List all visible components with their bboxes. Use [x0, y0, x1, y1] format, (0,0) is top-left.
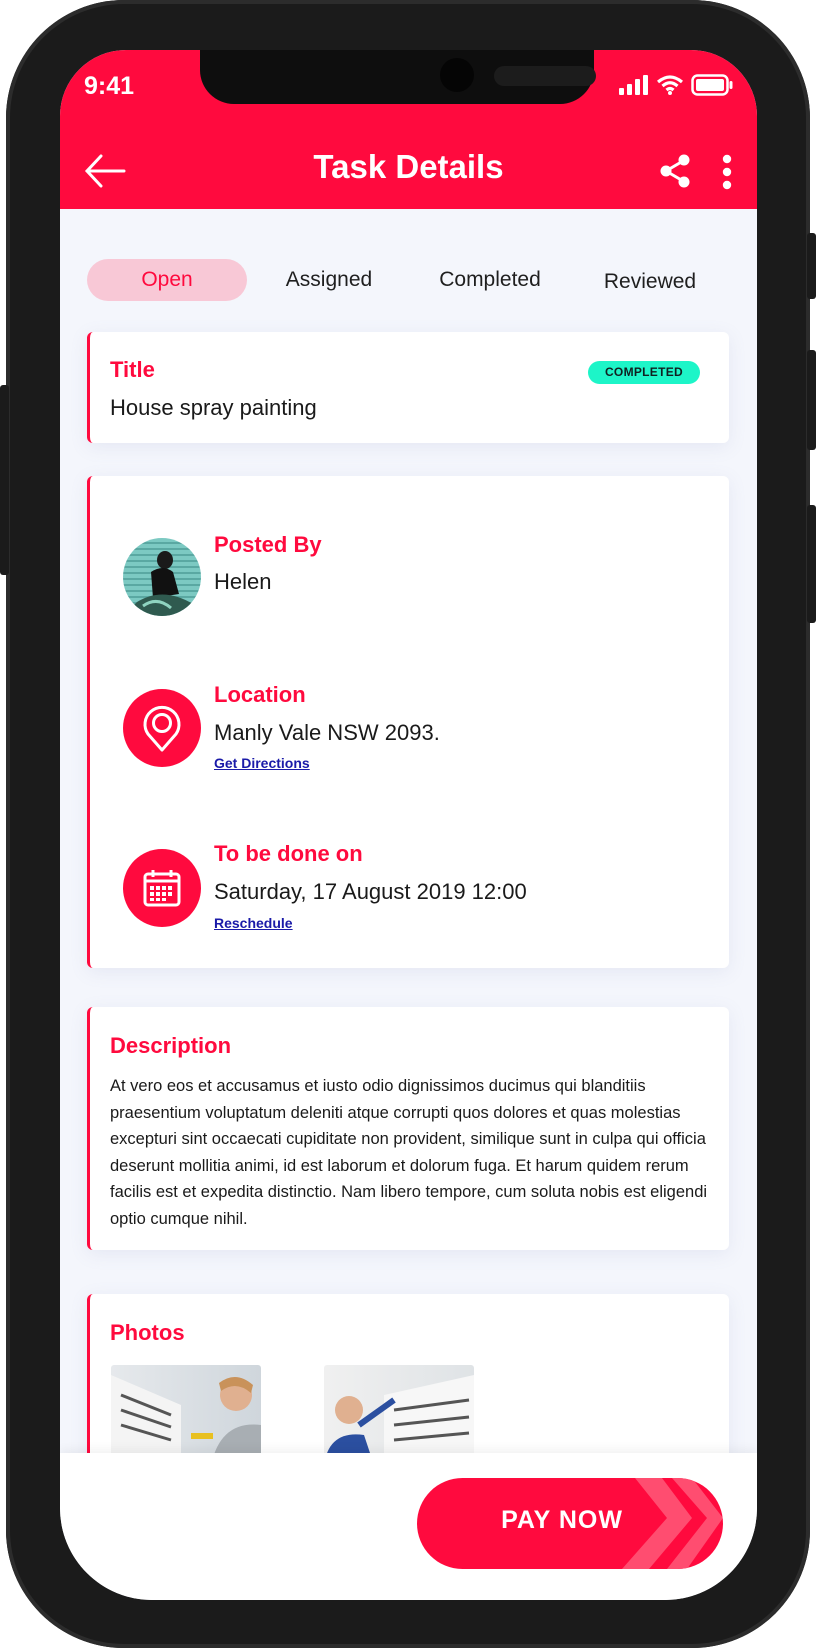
speaker: [494, 66, 596, 86]
pay-now-button[interactable]: PAY NOW: [417, 1478, 723, 1569]
info-card: Posted By Helen Location Manly Vale NSW …: [87, 476, 729, 968]
app-header: 9:41 Task Details: [60, 50, 757, 209]
description-label: Description: [110, 1033, 232, 1058]
wifi-icon: [657, 75, 683, 95]
reschedule-link[interactable]: Reschedule: [214, 915, 293, 931]
bottom-bar: PAY NOW: [60, 1453, 757, 1600]
side-button: [807, 350, 816, 450]
avatar: [123, 538, 201, 616]
schedule-value: Saturday, 17 August 2019 12:00: [214, 879, 527, 904]
status-tabs: Open Assigned Completed Reviewed: [87, 259, 737, 301]
photo-thumbnail[interactable]: [324, 1365, 474, 1465]
status-badge: COMPLETED: [588, 361, 700, 384]
location-icon-circle: [123, 689, 201, 767]
schedule-label: To be done on: [214, 841, 363, 866]
title-card: Title House spray painting COMPLETED: [87, 332, 729, 443]
battery-icon: [691, 74, 733, 96]
tab-open[interactable]: Open: [87, 259, 247, 301]
photo-thumbnail[interactable]: [111, 1365, 261, 1465]
notch: [200, 50, 596, 104]
status-time: 9:41: [84, 72, 135, 100]
more-vertical-icon[interactable]: [720, 154, 734, 190]
signal-icon: [619, 75, 648, 95]
title-value: House spray painting: [110, 395, 317, 420]
side-button: [807, 233, 816, 299]
tab-assigned[interactable]: Assigned: [269, 259, 389, 301]
camera: [440, 58, 474, 92]
calendar-icon: [143, 870, 181, 907]
status-icons: [619, 74, 733, 96]
posted-by-value[interactable]: Helen: [214, 569, 271, 595]
side-button: [807, 505, 816, 623]
description-card: Description At vero eos et accusamus et …: [87, 1007, 729, 1250]
map-pin-icon: [143, 705, 181, 752]
title-label: Title: [110, 357, 155, 382]
location-label: Location: [214, 682, 306, 707]
photo-image: [111, 1375, 261, 1465]
screen: 9:41 Task Details Open Assigned Complete…: [60, 50, 757, 1600]
share-icon[interactable]: [658, 154, 692, 188]
tab-completed[interactable]: Completed: [420, 259, 560, 301]
location-value: Manly Vale NSW 2093.: [214, 720, 440, 745]
pay-now-label: PAY NOW: [501, 1506, 623, 1534]
get-directions-link[interactable]: Get Directions: [214, 755, 310, 771]
side-button: [0, 385, 9, 575]
posted-by-label: Posted By: [214, 532, 322, 557]
page-title: Task Details: [313, 148, 504, 185]
photos-label: Photos: [110, 1320, 185, 1345]
description-text: At vero eos et accusamus et iusto odio d…: [110, 1077, 708, 1228]
tab-reviewed[interactable]: Reviewed: [585, 261, 715, 303]
schedule-icon-circle: [123, 849, 201, 927]
photo-image: [324, 1375, 474, 1465]
